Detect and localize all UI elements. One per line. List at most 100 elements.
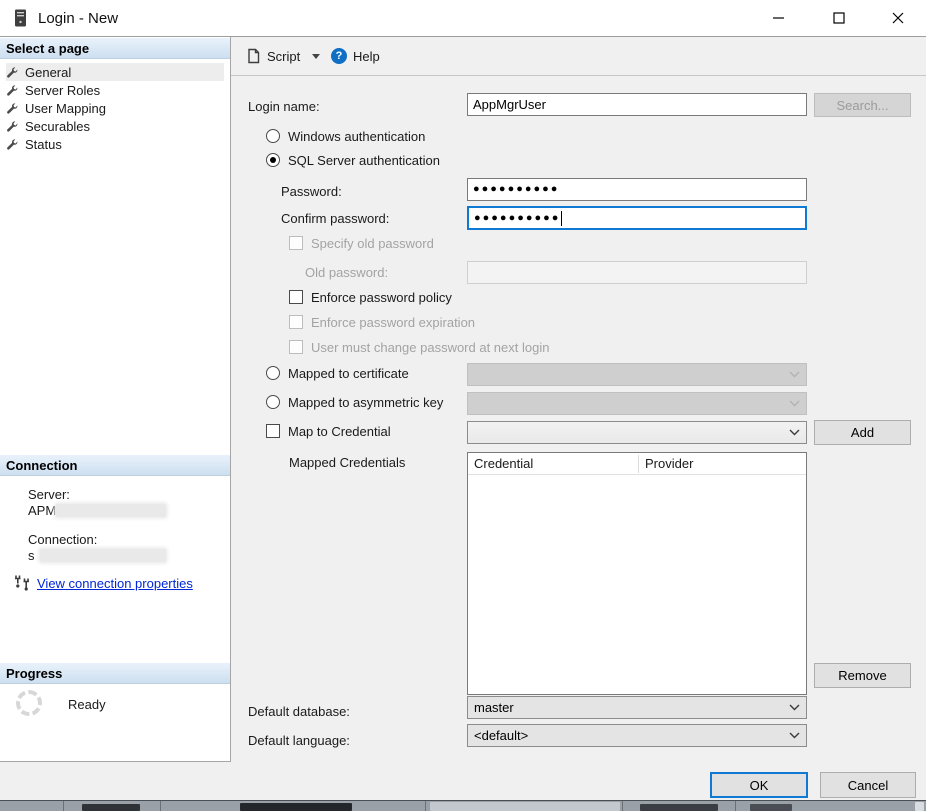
confirm-password-dots: ●●●●●●●●●●: [474, 211, 561, 224]
sidebar-item-securables[interactable]: Securables: [6, 117, 224, 135]
default-database-value: master: [474, 700, 514, 715]
chevron-down-icon: [789, 704, 800, 711]
enforce-password-policy-label: Enforce password policy: [311, 290, 452, 305]
dialog-footer: OK Cancel: [0, 762, 926, 800]
select-a-page-header: Select a page: [0, 38, 230, 59]
sidebar-item-user-mapping[interactable]: User Mapping: [6, 99, 224, 117]
toolbar: Script ? Help: [231, 37, 926, 76]
help-label: Help: [353, 48, 380, 64]
wrench-icon: [7, 120, 18, 132]
sidebar-item-label: Status: [25, 136, 62, 152]
sidebar-item-label: Server Roles: [25, 82, 101, 98]
default-database-label: Default database:: [248, 704, 350, 719]
wrench-icon: [7, 138, 18, 150]
sidebar-item-label: General: [25, 64, 72, 80]
connection-properties-icon: [13, 574, 32, 591]
sidebar-item-status[interactable]: Status: [6, 135, 224, 153]
sidebar-item-label: Securables: [25, 118, 91, 134]
map-to-credential-checkbox[interactable]: [266, 424, 280, 438]
chevron-down-icon: [789, 429, 800, 436]
connection-value-redaction: [40, 549, 166, 562]
password-input[interactable]: ●●●●●●●●●●: [467, 178, 807, 201]
certificate-combobox: [467, 363, 807, 386]
wrench-icon: [7, 66, 18, 78]
minimize-button[interactable]: [756, 0, 801, 36]
remove-button[interactable]: Remove: [814, 663, 911, 688]
chevron-down-icon: [789, 400, 800, 407]
window-title: Login - New: [38, 9, 119, 27]
asymmetric-key-combobox: [467, 392, 807, 415]
cancel-button[interactable]: Cancel: [820, 772, 916, 798]
app-icon: [14, 9, 28, 28]
enforce-password-expiration-label: Enforce password expiration: [311, 315, 476, 330]
progress-status: Ready: [68, 697, 106, 712]
column-header-credential[interactable]: Credential: [474, 456, 533, 471]
login-new-dialog: Login - New Select a page General Server…: [0, 0, 926, 811]
confirm-password-input[interactable]: ●●●●●●●●●●: [467, 206, 807, 230]
mapped-credentials-label: Mapped Credentials: [289, 455, 406, 470]
default-language-value: <default>: [474, 728, 529, 743]
password-dots: ●●●●●●●●●●: [473, 183, 560, 195]
progress-header: Progress: [0, 663, 230, 684]
text-caret: [561, 210, 563, 226]
script-dropdown-arrow-icon[interactable]: [312, 53, 321, 59]
login-name-input[interactable]: AppMgrUser: [467, 93, 807, 116]
script-label: Script: [267, 48, 301, 64]
column-header-provider[interactable]: Provider: [645, 456, 693, 471]
chevron-down-icon: [789, 371, 800, 378]
title-bar: Login - New: [0, 0, 926, 37]
must-change-password-checkbox[interactable]: [289, 340, 303, 354]
sidebar-item-label: User Mapping: [25, 100, 106, 116]
search-button[interactable]: Search...: [814, 93, 911, 117]
mapped-credentials-header: Credential Provider: [468, 453, 806, 475]
enforce-password-policy-checkbox[interactable]: [289, 290, 303, 304]
default-language-label: Default language:: [248, 733, 350, 748]
server-value-redaction: [56, 504, 166, 517]
add-button[interactable]: Add: [814, 420, 911, 445]
default-language-combobox[interactable]: <default>: [467, 724, 807, 747]
column-divider[interactable]: [638, 455, 639, 473]
must-change-password-label: User must change password at next login: [311, 340, 550, 355]
password-label: Password:: [281, 184, 342, 199]
mapped-to-asymmetric-key-radio[interactable]: [266, 395, 280, 409]
login-name-label: Login name:: [248, 99, 320, 114]
connection-label: Connection:: [28, 532, 98, 547]
script-icon: [248, 48, 260, 64]
credential-combobox[interactable]: [467, 421, 807, 444]
help-button[interactable]: ? Help: [331, 37, 380, 75]
sql-authentication-label: SQL Server authentication: [288, 153, 440, 168]
close-button[interactable]: [875, 0, 920, 36]
specify-old-password-label: Specify old password: [311, 236, 434, 251]
old-password-input: [467, 261, 807, 284]
connection-header: Connection: [0, 455, 230, 476]
wrench-icon: [7, 84, 18, 96]
map-to-credential-label: Map to Credential: [288, 424, 391, 439]
chevron-down-icon: [789, 732, 800, 739]
view-connection-properties-link[interactable]: View connection properties: [37, 576, 193, 591]
sidebar: Select a page General Server Roles User …: [0, 37, 231, 762]
sidebar-item-general[interactable]: General: [6, 63, 224, 81]
enforce-password-expiration-checkbox[interactable]: [289, 315, 303, 329]
specify-old-password-checkbox[interactable]: [289, 236, 303, 250]
old-password-label: Old password:: [305, 265, 389, 280]
mapped-to-asymmetric-key-label: Mapped to asymmetric key: [288, 395, 444, 410]
windows-authentication-label: Windows authentication: [288, 129, 426, 144]
mapped-to-certificate-radio[interactable]: [266, 366, 280, 380]
windows-authentication-radio[interactable]: [266, 129, 280, 143]
server-label: Server:: [28, 487, 70, 502]
wrench-icon: [7, 102, 18, 114]
default-database-combobox[interactable]: master: [467, 696, 807, 719]
script-button[interactable]: Script: [246, 37, 321, 75]
mapped-to-certificate-label: Mapped to certificate: [288, 366, 409, 381]
background-window-strip: [0, 800, 926, 811]
sql-authentication-radio[interactable]: [266, 153, 280, 167]
progress-spinner-icon: [16, 690, 42, 716]
maximize-button[interactable]: [816, 0, 861, 36]
server-value: APM: [28, 503, 57, 518]
sidebar-item-server-roles[interactable]: Server Roles: [6, 81, 224, 99]
connection-value: s: [28, 548, 35, 563]
confirm-password-label: Confirm password:: [281, 211, 390, 226]
ok-button[interactable]: OK: [710, 772, 808, 798]
mapped-credentials-list[interactable]: Credential Provider: [467, 452, 807, 695]
help-icon: ?: [331, 48, 347, 64]
